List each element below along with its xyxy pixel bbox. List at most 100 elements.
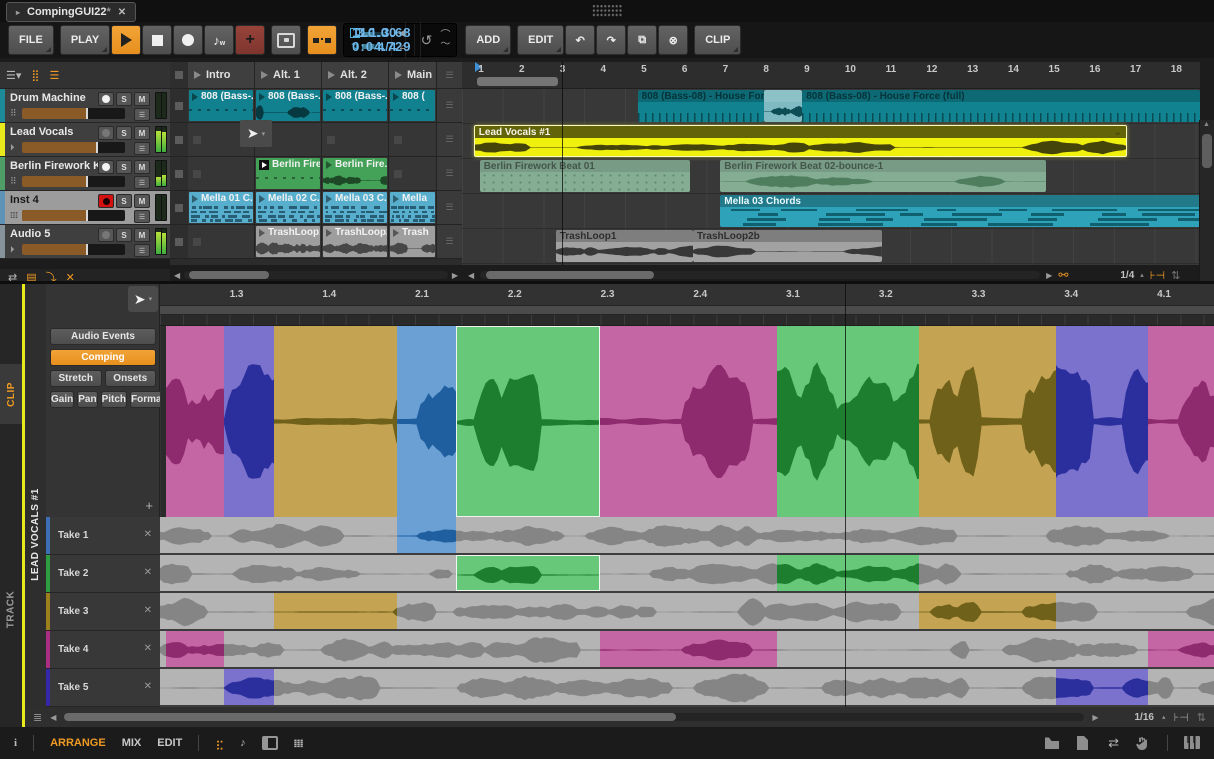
swap-io-icon[interactable]: ⇄ — [1108, 735, 1119, 751]
clip-slot[interactable]: Mella 02 C... — [255, 191, 322, 224]
take-segment[interactable] — [600, 631, 777, 667]
arm-button[interactable] — [98, 126, 114, 140]
pan-button[interactable]: Pan — [77, 391, 97, 408]
launcher-clip-808-[interactable]: 808 ( — [390, 90, 435, 121]
launcher-clip-mella-02-c-[interactable]: Mella 02 C... — [256, 192, 320, 223]
comp-segment-take-5[interactable] — [1056, 326, 1148, 517]
play-button[interactable] — [111, 25, 141, 55]
clip-slot[interactable]: 808 ( — [389, 89, 436, 122]
scroll-left-icon[interactable]: ◀ — [174, 271, 180, 280]
track-row-lead-vocals[interactable]: Lead Vocals⏵SM☰ — [0, 123, 170, 157]
record-button[interactable] — [173, 25, 203, 55]
comp-segment-take-4[interactable] — [600, 326, 777, 517]
comp-segment-take-4[interactable] — [166, 326, 224, 517]
audio-events-button[interactable]: Audio Events — [50, 328, 156, 345]
snap-toggle-icon[interactable]: ⊦⊣ — [1173, 711, 1188, 724]
dj-glasses-button[interactable] — [307, 25, 337, 55]
close-tab-icon[interactable]: ✕ — [118, 7, 126, 18]
comp-segment-take-4[interactable] — [1148, 326, 1214, 517]
comp-lane[interactable] — [160, 326, 1214, 517]
launcher-clip-808-bass-[interactable]: 808 (Bass-... — [256, 90, 320, 121]
take-segment[interactable] — [456, 555, 599, 591]
launcher-scrollbar[interactable]: ◀ ▶ — [170, 269, 462, 281]
solo-button[interactable]: S — [116, 92, 132, 106]
volume-fader[interactable] — [22, 176, 125, 187]
scene-header-1[interactable]: Intro — [188, 62, 255, 88]
slot-menu-column[interactable]: ☰ — [436, 191, 462, 224]
scroll-right-icon[interactable]: ▶ — [1046, 271, 1052, 280]
arranger-clip-trashloop2b[interactable]: TrashLoop2b — [693, 230, 882, 262]
scene-play-icon[interactable] — [261, 71, 268, 79]
mixer-strips-icon[interactable]: 𝍖 — [294, 737, 305, 750]
slot-menu-column[interactable]: ☰ — [436, 157, 462, 190]
volume-fader[interactable] — [22, 244, 125, 255]
slot-menu-column[interactable]: ☰ — [436, 89, 462, 122]
arranger-playhead[interactable] — [562, 62, 563, 265]
scroll-right-icon[interactable]: ▶ — [1092, 713, 1098, 722]
track-menu-button[interactable]: ☰ — [134, 176, 150, 189]
track-row-inst-4[interactable]: Inst 4𝍖SM☰ — [0, 191, 170, 225]
fold-marker-icon[interactable]: ⌄ — [1114, 127, 1122, 138]
tab-mix[interactable]: MIX — [122, 737, 142, 749]
volume-fader[interactable] — [22, 210, 125, 221]
loop-fill-icons[interactable]: ↺ ⌒〜 — [415, 24, 457, 56]
play-menu-button[interactable]: PLAY — [60, 25, 110, 55]
delete-take-icon[interactable]: ✕ — [144, 567, 152, 578]
duplicate-button[interactable]: ⧉ — [627, 25, 657, 55]
track-name[interactable]: Audio 5 — [10, 228, 50, 240]
undo-button[interactable]: ↶ — [565, 25, 595, 55]
take-segment[interactable] — [166, 631, 224, 667]
comp-segment-take-2[interactable] — [777, 326, 919, 517]
launcher-clip-trashloop2b[interactable]: TrashLoop2b — [323, 226, 387, 257]
list-view-icon[interactable]: ☰ — [49, 69, 59, 82]
arranger-clip-808-bass-08-house-force-full-[interactable]: 808 (Bass-08) - House Force (full) — [802, 90, 1200, 122]
delete-take-icon[interactable]: ✕ — [144, 681, 152, 692]
onsets-button[interactable]: Onsets — [105, 370, 157, 387]
clip-slot[interactable]: Mella 03 C... — [322, 191, 389, 224]
arm-button[interactable] — [98, 194, 114, 208]
solo-button[interactable]: S — [116, 160, 132, 174]
track-name[interactable]: Lead Vocals — [10, 126, 73, 138]
scene-header-3[interactable]: Alt. 2 — [322, 62, 389, 88]
clip-menu-button[interactable]: CLIP — [694, 25, 741, 55]
comp-segment-take-3[interactable] — [919, 326, 1056, 517]
delete-take-icon[interactable]: ✕ — [144, 529, 152, 540]
clip-slot[interactable]: Trash — [389, 225, 436, 258]
clip-slot[interactable]: Mella — [389, 191, 436, 224]
take-segment[interactable] — [919, 593, 1056, 629]
track-name[interactable]: Inst 4 — [10, 194, 39, 206]
tab-arrange[interactable]: ARRANGE — [50, 737, 106, 749]
arm-button[interactable] — [98, 92, 114, 106]
scene-play-icon[interactable] — [395, 71, 402, 79]
take-segment[interactable] — [397, 517, 456, 553]
clip-slot[interactable]: Mella 01 C... — [188, 191, 255, 224]
take-segment[interactable] — [224, 669, 274, 705]
adaptive-grid-icon[interactable]: ⇅ — [1171, 269, 1180, 282]
clip-stop-button[interactable] — [170, 157, 188, 190]
scene-menu-column[interactable]: ☰ — [436, 62, 462, 88]
arranger-lane[interactable]: Mella 03 Chords — [462, 194, 1200, 229]
track-name[interactable]: Drum Machine — [10, 92, 86, 104]
redo-button[interactable]: ↷ — [596, 25, 626, 55]
add-button[interactable]: ADD — [465, 25, 511, 55]
arranger-grid-value[interactable]: 1/4 — [1120, 270, 1134, 281]
editor-playhead[interactable] — [845, 284, 846, 707]
automation-write-button[interactable]: ♪w — [204, 25, 234, 55]
scene-header-2[interactable]: Alt. 1 — [255, 62, 322, 88]
clip-slot[interactable]: TrashLoop2b — [322, 225, 389, 258]
arranger-clip-trashloop1[interactable]: TrashLoop1 — [556, 230, 693, 262]
launcher-clip-808-bass-[interactable]: 808 (Bass-... — [323, 90, 387, 121]
tab-track[interactable]: TRACK — [0, 574, 22, 644]
take-lane-1[interactable] — [160, 517, 1214, 555]
take-lane-5[interactable] — [160, 669, 1214, 707]
clip-region-bar[interactable] — [160, 306, 1214, 315]
editor-ruler[interactable]: 1.31.42.12.22.32.43.13.23.33.44.1 — [160, 284, 1214, 306]
arranger-lane[interactable]: 808 (Bass-08) - House Force (808 (Bass-0… — [462, 89, 1200, 124]
arm-button[interactable] — [98, 228, 114, 242]
track-menu-button[interactable]: ☰ — [134, 210, 150, 223]
take-row-3[interactable]: Take 3✕ — [46, 593, 160, 631]
comp-segment-take-2[interactable] — [456, 326, 599, 517]
stop-button[interactable] — [142, 25, 172, 55]
pitch-button[interactable]: Pitch — [101, 391, 127, 408]
take-segment[interactable] — [1148, 631, 1214, 667]
